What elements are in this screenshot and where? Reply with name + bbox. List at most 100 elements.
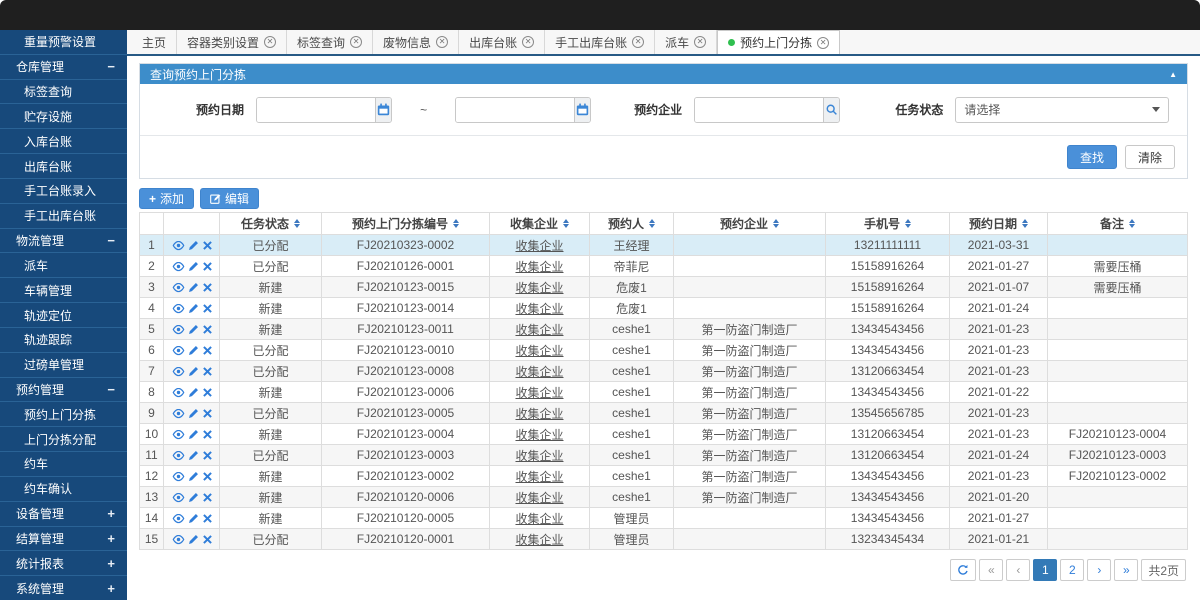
close-tab-icon[interactable]: ✕	[817, 37, 829, 49]
table-row[interactable]: 13新建FJ20210120-0006收集企业ceshe1第一防盗门制造厂134…	[140, 487, 1188, 508]
close-tab-icon[interactable]: ✕	[694, 36, 706, 48]
table-row[interactable]: 2已分配FJ20210126-0001收集企业帝菲尼15158916264202…	[140, 256, 1188, 277]
table-row[interactable]: 7已分配FJ20210123-0008收集企业ceshe1第一防盗门制造厂131…	[140, 361, 1188, 382]
close-tab-icon[interactable]: ✕	[522, 36, 534, 48]
collect-enterprise-link[interactable]: 收集企业	[490, 466, 590, 487]
collect-enterprise-link[interactable]: 收集企业	[490, 445, 590, 466]
edit-row-icon[interactable]	[188, 534, 199, 545]
view-icon[interactable]	[172, 261, 185, 272]
sidebar-item-6[interactable]: 出库台账	[0, 153, 127, 178]
delete-row-icon[interactable]	[203, 409, 212, 418]
column-header-7[interactable]: 预约日期	[950, 213, 1048, 235]
table-row[interactable]: 9已分配FJ20210123-0005收集企业ceshe1第一防盗门制造厂135…	[140, 403, 1188, 424]
tab-2[interactable]: 容器类别设置✕	[177, 30, 287, 54]
sort-icon[interactable]	[294, 219, 300, 228]
edit-row-icon[interactable]	[188, 282, 199, 293]
collect-enterprise-link[interactable]: 收集企业	[490, 403, 590, 424]
delete-row-icon[interactable]	[203, 535, 212, 544]
sidebar-item-15[interactable]: 预约管理−	[0, 377, 127, 402]
enterprise-input[interactable]	[695, 98, 823, 122]
table-row[interactable]: 14新建FJ20210120-0005收集企业管理员13434543456202…	[140, 508, 1188, 529]
table-row[interactable]: 12新建FJ20210123-0002收集企业ceshe1第一防盗门制造厂134…	[140, 466, 1188, 487]
delete-row-icon[interactable]	[203, 472, 212, 481]
sidebar-item-13[interactable]: 轨迹跟踪	[0, 327, 127, 352]
edit-row-icon[interactable]	[188, 366, 199, 377]
expand-icon[interactable]: +	[107, 581, 117, 596]
view-icon[interactable]	[172, 408, 185, 419]
tab-1[interactable]: 主页	[132, 30, 177, 54]
next-page-button[interactable]: ›	[1087, 559, 1111, 581]
table-row[interactable]: 5新建FJ20210123-0011收集企业ceshe1第一防盗门制造厂1343…	[140, 319, 1188, 340]
delete-row-icon[interactable]	[203, 514, 212, 523]
delete-row-icon[interactable]	[203, 367, 212, 376]
sidebar-item-18[interactable]: 约车	[0, 451, 127, 476]
column-header-1[interactable]: 任务状态	[220, 213, 322, 235]
sidebar-item-20[interactable]: 设备管理+	[0, 501, 127, 526]
view-icon[interactable]	[172, 366, 185, 377]
collect-enterprise-link[interactable]: 收集企业	[490, 487, 590, 508]
collect-enterprise-link[interactable]: 收集企业	[490, 298, 590, 319]
collect-enterprise-link[interactable]: 收集企业	[490, 508, 590, 529]
collect-enterprise-link[interactable]: 收集企业	[490, 382, 590, 403]
refresh-icon[interactable]	[950, 559, 976, 581]
delete-row-icon[interactable]	[203, 451, 212, 460]
date-to-input[interactable]	[456, 98, 574, 122]
close-tab-icon[interactable]: ✕	[350, 36, 362, 48]
sort-icon[interactable]	[453, 219, 459, 228]
collect-enterprise-link[interactable]: 收集企业	[490, 361, 590, 382]
sort-icon[interactable]	[905, 219, 911, 228]
last-page-button[interactable]: »	[1114, 559, 1138, 581]
sidebar-item-10[interactable]: 派车	[0, 252, 127, 277]
sidebar-item-14[interactable]: 过磅单管理	[0, 352, 127, 377]
delete-row-icon[interactable]	[203, 241, 212, 250]
delete-row-icon[interactable]	[203, 262, 212, 271]
collapse-icon[interactable]: −	[107, 233, 117, 248]
collect-enterprise-link[interactable]: 收集企业	[490, 277, 590, 298]
view-icon[interactable]	[172, 303, 185, 314]
sidebar-item-1[interactable]: 重量预警设置	[0, 30, 127, 54]
column-header-8[interactable]: 备注	[1048, 213, 1188, 235]
edit-row-icon[interactable]	[188, 513, 199, 524]
edit-row-icon[interactable]	[188, 324, 199, 335]
sidebar-item-19[interactable]: 约车确认	[0, 476, 127, 501]
delete-row-icon[interactable]	[203, 304, 212, 313]
sidebar-item-9[interactable]: 物流管理−	[0, 228, 127, 253]
collapse-icon[interactable]: −	[107, 382, 117, 397]
close-tab-icon[interactable]: ✕	[632, 36, 644, 48]
table-row[interactable]: 8新建FJ20210123-0006收集企业ceshe1第一防盗门制造厂1343…	[140, 382, 1188, 403]
calendar-icon[interactable]	[375, 98, 391, 122]
expand-icon[interactable]: +	[107, 506, 117, 521]
close-tab-icon[interactable]: ✕	[436, 36, 448, 48]
tab-7[interactable]: 派车✕	[655, 30, 717, 54]
sidebar-item-16[interactable]: 预约上门分拣	[0, 401, 127, 426]
tab-4[interactable]: 废物信息✕	[373, 30, 459, 54]
sidebar-item-11[interactable]: 车辆管理	[0, 277, 127, 302]
view-icon[interactable]	[172, 534, 185, 545]
table-row[interactable]: 3新建FJ20210123-0015收集企业危废1151589162642021…	[140, 277, 1188, 298]
collect-enterprise-link[interactable]: 收集企业	[490, 319, 590, 340]
status-select[interactable]: 请选择	[955, 97, 1169, 123]
edit-row-icon[interactable]	[188, 450, 199, 461]
expand-icon[interactable]: +	[107, 556, 117, 571]
sidebar-item-5[interactable]: 入库台账	[0, 128, 127, 153]
collect-enterprise-link[interactable]: 收集企业	[490, 424, 590, 445]
sidebar-item-22[interactable]: 统计报表+	[0, 550, 127, 575]
close-tab-icon[interactable]: ✕	[264, 36, 276, 48]
sort-icon[interactable]	[1129, 219, 1135, 228]
tab-6[interactable]: 手工出库台账✕	[545, 30, 655, 54]
delete-row-icon[interactable]	[203, 430, 212, 439]
sort-icon[interactable]	[773, 219, 779, 228]
edit-row-icon[interactable]	[188, 492, 199, 503]
page-button-2[interactable]: 2	[1060, 559, 1084, 581]
table-row[interactable]: 11已分配FJ20210123-0003收集企业ceshe1第一防盗门制造厂13…	[140, 445, 1188, 466]
view-icon[interactable]	[172, 345, 185, 356]
sidebar-item-3[interactable]: 标签查询	[0, 79, 127, 104]
column-header-4[interactable]: 预约人	[590, 213, 674, 235]
view-icon[interactable]	[172, 324, 185, 335]
sort-icon[interactable]	[1022, 219, 1028, 228]
expand-icon[interactable]: +	[107, 531, 117, 546]
table-row[interactable]: 4新建FJ20210123-0014收集企业危废1151589162642021…	[140, 298, 1188, 319]
edit-row-icon[interactable]	[188, 387, 199, 398]
column-header-5[interactable]: 预约企业	[674, 213, 826, 235]
collect-enterprise-link[interactable]: 收集企业	[490, 235, 590, 256]
